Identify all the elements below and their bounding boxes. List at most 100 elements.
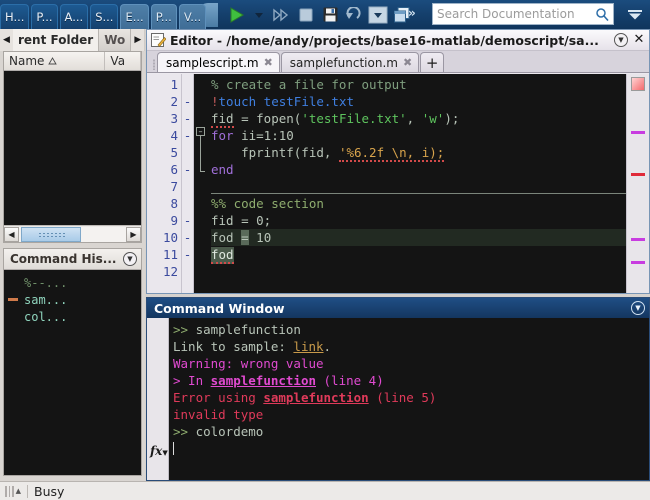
warning-marker-1[interactable]	[631, 131, 645, 134]
ribbon-tab-1[interactable]: P...	[31, 4, 58, 29]
code-line[interactable]: end	[211, 161, 626, 178]
magnifier-icon	[596, 8, 609, 21]
code-line[interactable]: fid = fopen('testFile.txt', 'w');	[211, 110, 626, 128]
code-line[interactable]: %% code section	[211, 195, 626, 212]
sidebar-tab-workspace[interactable]: Wo	[99, 29, 132, 51]
fold-collapse-icon[interactable]: –	[196, 127, 205, 136]
ribbon-tab-5[interactable]: P...	[150, 4, 177, 29]
ribbon-collapse-button[interactable]	[624, 4, 646, 25]
error-marker[interactable]	[631, 173, 645, 176]
breakpoint-slot[interactable]: -	[182, 93, 193, 110]
hscroll-thumb[interactable]	[21, 226, 81, 242]
breakpoint-slot[interactable]: -	[182, 229, 193, 246]
code-line[interactable]: !touch testFile.txt	[211, 93, 626, 110]
hscroll-track[interactable]	[19, 226, 126, 242]
editor-tabs-grip[interactable]	[150, 56, 157, 72]
editor-tab-samplefunction[interactable]: samplefunction.m ✖	[280, 52, 420, 72]
command-window-output[interactable]: >> samplefunction Link to sample: link. Wa…	[173, 321, 645, 480]
code-line[interactable]: % create a file for output	[211, 76, 626, 93]
breakpoint-slot[interactable]: -	[182, 127, 193, 144]
source-code-text[interactable]: % create a file for output !touch testFil…	[211, 74, 626, 293]
command-window-link[interactable]: samplefunction	[211, 373, 316, 388]
close-small-icon[interactable]: ✖	[264, 56, 273, 69]
save-button[interactable]	[318, 2, 342, 27]
chevron-down-box-icon	[368, 6, 388, 23]
code-editing-area[interactable]: 1 2 3 4 5 6 7 8 9 10 11 12 ------- – % create a fil…	[147, 74, 649, 293]
panel-tabs-prev-button[interactable]: ◀	[0, 29, 13, 51]
breakpoint-slot[interactable]: -	[182, 161, 193, 178]
column-header-value[interactable]: Va	[105, 52, 141, 70]
hscroll-right-button[interactable]: ▶	[126, 226, 141, 242]
current-folder-file-list[interactable]	[4, 71, 141, 225]
status-text: Busy	[34, 483, 65, 499]
command-history-item[interactable]: %--...	[4, 274, 141, 291]
code-line[interactable]: fod	[211, 246, 626, 264]
current-folder-hscrollbar[interactable]: ◀ ▶	[4, 225, 141, 242]
panel-menu-icon[interactable]: ▼	[123, 252, 137, 266]
breakpoint-slot[interactable]: -	[182, 212, 193, 229]
undo-dropdown[interactable]	[366, 2, 390, 27]
code-line[interactable]	[211, 263, 626, 280]
command-window-link[interactable]: samplefunction	[263, 390, 368, 405]
command-window-text: >>	[173, 322, 196, 337]
run-button[interactable]	[222, 2, 250, 27]
line-number: 3	[170, 111, 178, 126]
code-fold-gutter[interactable]: –	[195, 74, 211, 293]
breakpoint-gutter[interactable]: -------	[182, 74, 194, 293]
run-dropdown[interactable]	[250, 2, 268, 27]
command-window-input-line[interactable]	[173, 440, 645, 457]
code-line[interactable]: fod = 10	[211, 229, 626, 246]
ribbon-tab-3[interactable]: S...	[90, 4, 119, 29]
fx-icon[interactable]: fx▼	[150, 444, 168, 458]
command-history-item[interactable]: col...	[4, 308, 141, 325]
current-folder-header: Name Va	[4, 52, 141, 71]
column-header-name[interactable]: Name	[4, 52, 106, 70]
toolbar-ribbon: H... P... A... S... E... P... V... » Sea…	[0, 0, 650, 29]
breakpoint-slot[interactable]	[182, 195, 193, 212]
panel-tabs-next-button[interactable]: ▶	[131, 29, 145, 51]
ribbon-tab-6[interactable]: V...	[178, 4, 207, 29]
breakpoint-slot[interactable]: -	[182, 246, 193, 263]
fast-forward-icon	[273, 8, 289, 21]
ribbon-tab-2[interactable]: A...	[59, 4, 89, 29]
line-number: 12	[162, 264, 178, 279]
breakpoint-slot[interactable]	[182, 76, 193, 93]
stop-button[interactable]	[294, 2, 318, 27]
breakpoint-slot[interactable]	[182, 263, 193, 280]
mlint-summary-marker[interactable]	[631, 77, 645, 91]
editor-tab-samplescript[interactable]: samplescript.m ✖	[157, 52, 280, 72]
breakpoint-slot[interactable]: -	[182, 110, 193, 127]
mlint-marker-bar[interactable]	[626, 74, 649, 293]
command-window-body[interactable]: fx▼ >> samplefunction Link to sample: lin…	[147, 318, 649, 480]
run-advance-button[interactable]	[268, 2, 294, 27]
resize-grip-icon[interactable]: ▲	[5, 485, 21, 498]
code-token: '%6.2f \n, i);	[338, 145, 445, 162]
code-line[interactable]: for ii=1:10	[211, 127, 626, 144]
command-window-link[interactable]: link	[293, 339, 323, 354]
column-header-label: Name	[9, 54, 45, 68]
editor-panel-menu-icon[interactable]: ▼	[614, 33, 628, 47]
breakpoint-slot[interactable]	[182, 178, 193, 195]
search-input[interactable]	[437, 7, 595, 21]
hscroll-left-button[interactable]: ◀	[4, 226, 19, 242]
command-window-menu-icon[interactable]: ▼	[631, 301, 645, 315]
close-small-icon[interactable]: ✖	[403, 56, 412, 69]
editor-close-icon[interactable]: ✕	[632, 33, 646, 46]
command-history-list[interactable]: %--... sam... col...	[4, 270, 141, 325]
new-tab-button[interactable]: +	[420, 52, 445, 72]
warning-marker-3[interactable]	[631, 261, 645, 264]
search-documentation-box[interactable]	[432, 3, 614, 25]
undo-button[interactable]	[342, 2, 366, 27]
code-line[interactable]: fid = 0;	[211, 212, 626, 229]
ribbon-tab-4[interactable]: E...	[120, 4, 149, 29]
command-history-item[interactable]: sam...	[4, 291, 141, 308]
sidebar-tab-current-folder[interactable]: rent Folder	[13, 29, 100, 51]
command-window-text: > In	[173, 373, 211, 388]
command-window-text: colordemo	[195, 424, 264, 439]
ribbon-tab-0[interactable]: H...	[0, 4, 30, 29]
code-line[interactable]: fprintf(fid, '%6.2f \n, i);	[211, 144, 626, 162]
toolbar-overflow-button[interactable]: »	[408, 6, 416, 20]
breakpoint-slot[interactable]	[182, 144, 193, 161]
editor-tab-label: samplefunction.m	[289, 55, 398, 70]
warning-marker-2[interactable]	[631, 238, 645, 241]
